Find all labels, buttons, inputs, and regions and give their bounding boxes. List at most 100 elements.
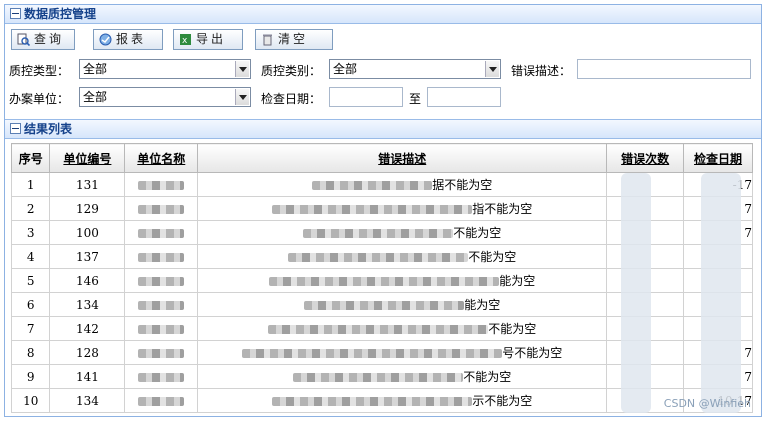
trash-icon (263, 34, 272, 46)
col-header-unit-name[interactable]: 单位名称 (124, 143, 199, 173)
error-desc-text: 号不能为空 (502, 346, 563, 360)
date-from-input[interactable] (329, 87, 403, 107)
chevron-down-icon (235, 89, 249, 105)
redacted-text (288, 253, 469, 262)
redacted-text (272, 397, 473, 406)
qc-type-select[interactable]: 全部 (79, 59, 251, 79)
cell-unit-name (124, 316, 199, 341)
cell-error-desc: 不能为空 (197, 364, 608, 389)
redacted-text (138, 396, 185, 406)
error-desc-text: 不能为空 (453, 226, 502, 240)
error-desc-text: 不能为空 (463, 370, 512, 384)
panel-title: 数据质控管理 (24, 7, 97, 21)
redacted-text (304, 301, 465, 310)
check-date-label: 检查日期： (261, 92, 322, 106)
redacted-text (138, 228, 185, 238)
cell-no: 4 (10, 244, 51, 269)
cell-unit-code: 146 (49, 268, 126, 293)
excel-icon: x (180, 34, 191, 46)
table-header-row: 序号 单位编号 单位名称 错误描述 错误次数 检查日期 (10, 143, 753, 173)
cell-unit-name (124, 244, 199, 269)
col-header-check-date[interactable]: 检查日期 (683, 143, 753, 173)
cell-unit-code: 142 (49, 316, 126, 341)
search-icon (17, 33, 30, 46)
cell-error-desc: 指不能为空 (197, 196, 608, 221)
filter-row-2: 办案单位： 全部 检查日期： 至 (7, 87, 757, 109)
cell-error-desc: 不能为空 (197, 220, 608, 245)
clear-button[interactable]: 清空 (255, 29, 333, 50)
qc-management-panel: 数据质控管理 查询 报表 x 导出 清空 质控类型： 全部 质控类别： 全部 错… (4, 4, 762, 417)
cell-error-desc: 不能为空 (197, 244, 608, 269)
error-desc-text: 示不能为空 (472, 394, 533, 408)
redacted-text (268, 325, 489, 334)
cell-unit-code: 131 (49, 172, 126, 197)
cell-unit-code: 134 (49, 292, 126, 317)
results-header: 结果列表 (5, 119, 761, 139)
cell-no: 3 (10, 220, 51, 245)
redacted-text (138, 180, 185, 190)
panel-header: 数据质控管理 (5, 5, 761, 24)
svg-text:x: x (182, 36, 190, 46)
col-header-error-count[interactable]: 错误次数 (606, 143, 685, 173)
qc-type-label: 质控类型： (9, 64, 70, 78)
error-desc-text: 能为空 (464, 298, 501, 312)
report-icon (99, 33, 112, 46)
date-to-input[interactable] (427, 87, 501, 107)
redacted-text (138, 348, 185, 358)
redacted-text (293, 373, 464, 382)
cell-no: 10 (10, 388, 51, 413)
cell-unit-name (124, 388, 199, 413)
col-header-no: 序号 (10, 143, 51, 173)
qc-category-label: 质控类别： (261, 64, 322, 78)
redacted-text (272, 205, 473, 214)
error-desc-input[interactable] (577, 59, 751, 79)
query-button[interactable]: 查询 (11, 29, 75, 50)
cell-unit-name (124, 220, 199, 245)
filter-row-1: 质控类型： 全部 质控类别： 全部 错误描述： (7, 59, 757, 81)
redacted-text (312, 181, 433, 190)
redacted-text (138, 276, 185, 286)
cell-error-desc: 号不能为空 (197, 340, 608, 365)
redacted-area (621, 173, 651, 413)
cell-unit-name (124, 364, 199, 389)
export-button[interactable]: x 导出 (173, 29, 243, 50)
cell-unit-code: 100 (49, 220, 126, 245)
cell-error-desc: 据不能为空 (197, 172, 608, 197)
cell-unit-name (124, 292, 199, 317)
cell-no: 5 (10, 268, 51, 293)
cell-unit-name (124, 268, 199, 293)
chevron-down-icon (485, 61, 499, 77)
date-range-separator: 至 (409, 92, 422, 106)
collapse-icon[interactable] (10, 123, 21, 134)
redacted-text (269, 277, 500, 286)
cell-unit-name (124, 196, 199, 221)
report-button[interactable]: 报表 (93, 29, 163, 50)
cell-unit-code: 137 (49, 244, 126, 269)
redacted-text (138, 204, 185, 214)
unit-label: 办案单位： (9, 92, 70, 106)
results-title: 结果列表 (24, 122, 73, 136)
cell-no: 9 (10, 364, 51, 389)
redacted-text (303, 229, 454, 238)
col-header-error-desc[interactable]: 错误描述 (197, 143, 608, 173)
cell-unit-code: 134 (49, 388, 126, 413)
cell-no: 7 (10, 316, 51, 341)
cell-no: 1 (10, 172, 51, 197)
watermark: CSDN @Winfieh (663, 397, 751, 410)
cell-no: 2 (10, 196, 51, 221)
cell-unit-code: 129 (49, 196, 126, 221)
redacted-text (138, 324, 185, 334)
error-desc-text: 据不能为空 (432, 178, 493, 192)
redacted-area (701, 173, 741, 413)
redacted-text (138, 300, 185, 310)
cell-unit-name (124, 340, 199, 365)
error-desc-text: 能为空 (499, 274, 536, 288)
cell-error-desc: 能为空 (197, 268, 608, 293)
redacted-text (242, 349, 503, 358)
collapse-icon[interactable] (10, 8, 21, 19)
qc-category-select[interactable]: 全部 (329, 59, 501, 79)
unit-select[interactable]: 全部 (79, 87, 251, 107)
col-header-unit-code[interactable]: 单位编号 (49, 143, 126, 173)
error-desc-label: 错误描述： (511, 64, 572, 78)
chevron-down-icon (235, 61, 249, 77)
